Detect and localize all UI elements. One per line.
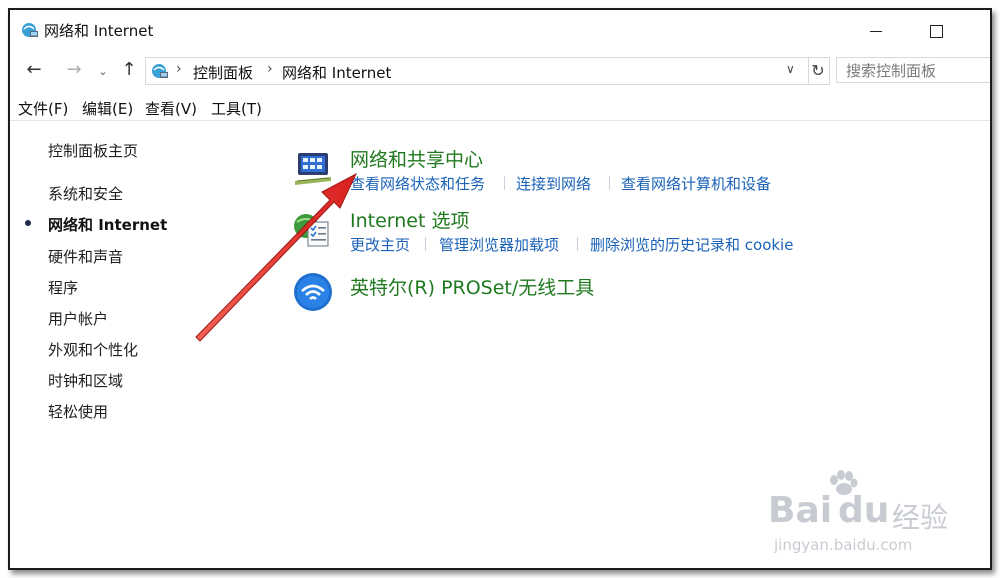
watermark-suffix: 经验 [892, 501, 949, 534]
watermark-brand: Bai [768, 490, 833, 531]
watermark-url: jingyan.baidu.com [774, 536, 913, 554]
control-panel-window: 网络和 Internet ← → ⌄ ↑ › 控制面板 › 网络和 Intern… [8, 8, 992, 570]
baidu-watermark: Bai du 经验 jingyan.baidu.com [768, 470, 968, 560]
watermark-brand-2: du [838, 490, 890, 531]
